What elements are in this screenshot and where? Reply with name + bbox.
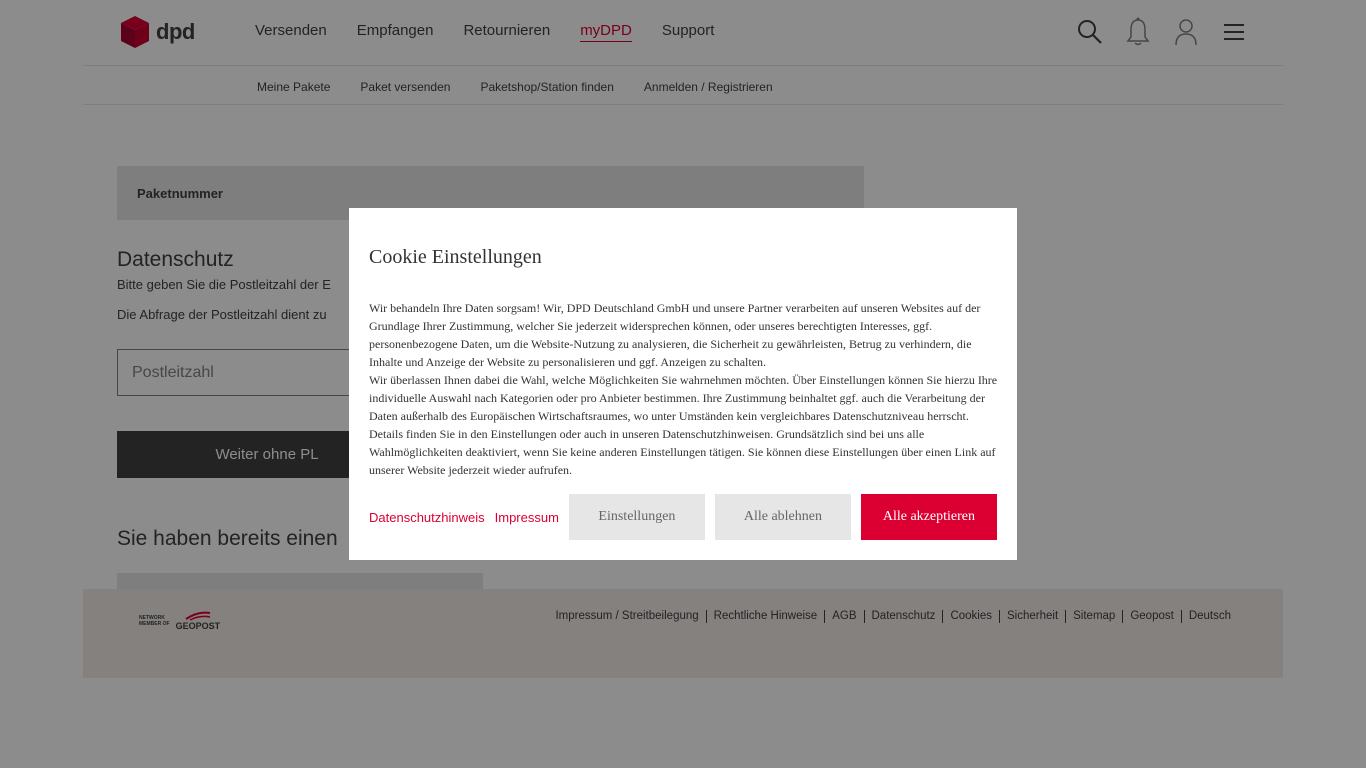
cookie-dialog: Cookie Einstellungen Wir behandeln Ihre …: [349, 208, 1017, 560]
cookie-paragraph-1: Wir behandeln Ihre Daten sorgsam! Wir, D…: [369, 301, 981, 369]
cookie-dialog-body: Wir behandeln Ihre Daten sorgsam! Wir, D…: [369, 299, 999, 479]
cookie-dialog-title: Cookie Einstellungen: [369, 246, 542, 268]
cookie-paragraph-2: Wir überlassen Ihnen dabei die Wahl, wel…: [369, 373, 998, 423]
cookie-paragraph-3: Details finden Sie in den Einstellungen …: [369, 427, 996, 477]
cookie-dialog-actions: Datenschutzhinweis Impressum Einstellung…: [369, 494, 997, 540]
privacy-notice-link[interactable]: Datenschutzhinweis: [369, 510, 485, 525]
cookie-settings-button[interactable]: Einstellungen: [568, 494, 705, 540]
reject-all-button[interactable]: Alle ablehnen: [714, 494, 851, 540]
accept-all-button[interactable]: Alle akzeptieren: [860, 494, 997, 540]
imprint-link[interactable]: Impressum: [495, 510, 559, 525]
